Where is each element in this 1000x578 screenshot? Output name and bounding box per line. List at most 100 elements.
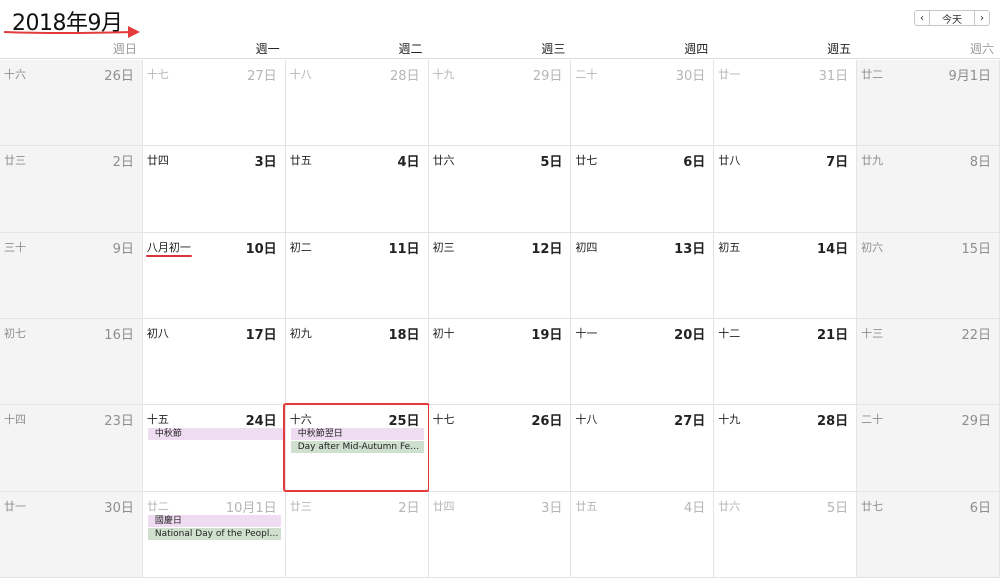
- lunar-date: 初五: [718, 240, 741, 254]
- solar-date: 6日: [969, 500, 991, 516]
- day-cell[interactable]: 廿七 6日: [571, 146, 715, 233]
- next-month-button[interactable]: ›: [974, 10, 990, 26]
- day-cell[interactable]: 廿六 5日: [714, 491, 858, 578]
- lunar-date: 十五: [146, 413, 169, 427]
- solar-date: 22日: [961, 328, 991, 343]
- solar-date: 3日: [541, 500, 563, 516]
- annotation-underline: [145, 254, 192, 257]
- weekday-label: 週日: [112, 42, 137, 56]
- solar-date: 27日: [674, 414, 706, 430]
- weekday-label: 週三: [541, 42, 566, 56]
- lunar-date: 初十: [432, 327, 455, 340]
- calendar-event[interactable]: National Day of the People's Republic of…: [147, 527, 281, 540]
- day-cell[interactable]: 廿六 5日: [428, 146, 572, 233]
- day-cell[interactable]: 十四 23日: [0, 405, 143, 492]
- solar-date: 13日: [674, 241, 706, 257]
- day-cell[interactable]: 十八 28日: [285, 60, 429, 147]
- solar-date: 16日: [104, 328, 134, 343]
- solar-date: 4日: [683, 500, 706, 516]
- day-cell[interactable]: 十九 29日: [428, 60, 572, 147]
- solar-date: 9月1日: [948, 69, 991, 84]
- solar-date: 21日: [817, 328, 849, 343]
- day-cell[interactable]: 廿九 8日: [857, 146, 1000, 233]
- solar-date: 15日: [961, 241, 991, 257]
- day-cell[interactable]: 初六 15日: [857, 232, 1000, 319]
- lunar-date: 十七: [432, 413, 455, 427]
- day-cell[interactable]: 廿七 6日: [857, 491, 1000, 578]
- calendar-event[interactable]: 中秋節翌日: [290, 428, 424, 441]
- day-cell[interactable]: 廿二 10月1日國慶日National Day of the People's R…: [142, 491, 286, 578]
- calendar-event[interactable]: Day after Mid-Autumn Festival: [290, 441, 424, 454]
- lunar-date: 八月初一: [146, 240, 191, 254]
- day-cell[interactable]: 十一 20日: [571, 319, 715, 406]
- day-cell[interactable]: 十七 26日: [428, 405, 572, 492]
- solar-date: 2日: [398, 500, 420, 516]
- prev-month-button[interactable]: ‹: [914, 10, 930, 26]
- lunar-date: 廿八: [718, 154, 741, 168]
- lunar-date: 初六: [861, 240, 884, 254]
- calendar-event[interactable]: 中秋節: [147, 428, 286, 441]
- today-button[interactable]: 今天: [930, 10, 974, 26]
- day-cell[interactable]: 廿五 4日: [285, 146, 429, 233]
- day-cell[interactable]: 初十 19日: [428, 319, 572, 406]
- day-cell[interactable]: 十六 25日 中秋節翌日 Day after Mid-Autumn Festival: [285, 405, 429, 492]
- lunar-date: 廿七: [575, 154, 598, 168]
- lunar-date: 十八: [575, 413, 598, 427]
- day-cell[interactable]: 廿八 7日: [714, 146, 858, 233]
- day-cell[interactable]: 十七 27日: [142, 60, 286, 147]
- lunar-date: 十九: [432, 68, 455, 81]
- solar-date: 3日: [254, 155, 277, 171]
- day-cell[interactable]: 初八 17日: [142, 319, 286, 406]
- day-cell[interactable]: 十九 28日: [714, 405, 858, 492]
- solar-date: 19日: [531, 328, 563, 343]
- day-cell[interactable]: 二十 29日: [857, 405, 1000, 492]
- solar-date: 28日: [390, 69, 420, 84]
- solar-date: 5日: [826, 500, 849, 516]
- solar-date: 12日: [531, 241, 563, 257]
- day-cell[interactable]: 廿三 2日: [285, 491, 429, 578]
- day-cell[interactable]: 初九 18日: [285, 319, 429, 406]
- solar-date: 7日: [826, 155, 849, 171]
- day-cell[interactable]: 十二 21日: [714, 319, 858, 406]
- day-cell[interactable]: 初二 11日: [285, 232, 429, 319]
- lunar-date: 廿一: [4, 499, 26, 513]
- lunar-date: 廿三: [289, 499, 312, 513]
- day-cell[interactable]: 三十 9日: [0, 232, 143, 319]
- solar-date: 8日: [969, 155, 991, 171]
- day-cell[interactable]: 十三 22日: [857, 319, 1000, 406]
- day-cell[interactable]: 十六 26日: [0, 60, 143, 147]
- solar-date: 23日: [104, 414, 134, 430]
- day-cell[interactable]: 廿二 9月1日: [857, 60, 1000, 147]
- solar-date: 10日: [245, 241, 277, 257]
- day-cell[interactable]: 初五 14日: [714, 232, 858, 319]
- day-cell[interactable]: 初七 16日: [0, 319, 143, 406]
- day-cell[interactable]: 廿一 30日: [0, 491, 143, 578]
- lunar-date: 廿五: [289, 154, 312, 168]
- solar-date: 20日: [674, 328, 706, 343]
- solar-date: 17日: [245, 328, 277, 343]
- day-cell[interactable]: 初三 12日: [428, 232, 572, 319]
- day-cell[interactable]: 二十 30日: [571, 60, 715, 147]
- lunar-date: 十八: [289, 68, 312, 81]
- day-cell[interactable]: 廿四 3日: [428, 491, 572, 578]
- day-cell[interactable]: 初四 13日: [571, 232, 715, 319]
- day-cell[interactable]: 十八 27日: [571, 405, 715, 492]
- day-cell[interactable]: 八月初一 10日: [142, 232, 286, 319]
- day-cell[interactable]: 廿四 3日: [142, 146, 286, 233]
- solar-date: 9日: [112, 241, 134, 257]
- day-cell[interactable]: 十五 24日 中秋節: [142, 405, 286, 492]
- weekday-header-row: 週日 週一 週二 週三 週四 週五 週六: [0, 38, 1000, 59]
- lunar-date: 十六: [289, 413, 312, 427]
- lunar-date: 初七: [4, 327, 26, 340]
- calendar-event[interactable]: 國慶日: [147, 514, 281, 527]
- lunar-date: 廿六: [432, 154, 455, 168]
- solar-date: 18日: [388, 328, 420, 343]
- solar-date: 6日: [683, 155, 706, 171]
- lunar-date: 廿五: [575, 499, 598, 513]
- day-cell[interactable]: 廿一 31日: [714, 60, 858, 147]
- day-cell[interactable]: 廿五 4日: [571, 491, 715, 578]
- day-cell[interactable]: 廿三 2日: [0, 146, 143, 233]
- solar-date: 29日: [532, 69, 563, 84]
- solar-date: 29日: [961, 414, 991, 430]
- lunar-date: 初二: [289, 240, 312, 254]
